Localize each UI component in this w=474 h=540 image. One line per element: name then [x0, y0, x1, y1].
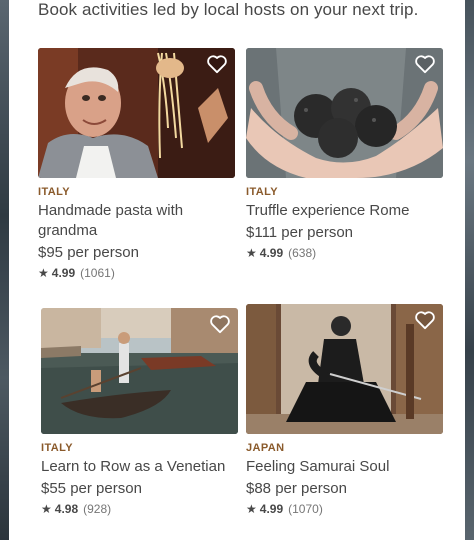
experience-title[interactable]: Learn to Row as a Venetian [41, 457, 238, 477]
country-label: ITALY [38, 186, 70, 198]
pasta-grandma-photo[interactable] [38, 48, 235, 178]
experience-price: $88 per person [246, 480, 347, 497]
star-icon: ★ [41, 502, 52, 516]
section-subtitle: Book activities led by local hosts on yo… [38, 0, 419, 19]
heart-icon[interactable] [414, 54, 436, 74]
experience-rating: ★ 4.99 (1070) [246, 502, 443, 516]
experience-title[interactable]: Handmade pasta with grandma [38, 201, 235, 241]
venice-gondola-photo[interactable] [41, 308, 238, 434]
experience-price: $111 per person [246, 224, 354, 241]
samurai-photo[interactable] [246, 304, 443, 434]
review-count: (638) [288, 246, 317, 260]
star-icon: ★ [38, 266, 49, 280]
experience-rating: ★ 4.99 (638) [246, 246, 443, 260]
country-label: JAPAN [246, 442, 285, 454]
rating-score: 4.99 [259, 246, 284, 260]
experiences-panel: Book activities led by local hosts on yo… [9, 0, 465, 540]
rating-score: 4.99 [51, 266, 76, 280]
star-icon: ★ [246, 246, 257, 260]
review-count: (1070) [288, 502, 323, 516]
experience-rating: ★ 4.98 (928) [41, 502, 238, 516]
heart-icon[interactable] [209, 314, 231, 334]
review-count: (1061) [80, 266, 115, 280]
star-icon: ★ [246, 502, 257, 516]
experience-title[interactable]: Feeling Samurai Soul [246, 457, 443, 477]
rating-score: 4.99 [259, 502, 284, 516]
review-count: (928) [83, 502, 112, 516]
experience-price: $95 per person [38, 244, 139, 261]
experience-rating: ★ 4.99 (1061) [38, 266, 235, 280]
experience-card-samurai[interactable]: JAPAN Feeling Samurai Soul $88 per perso… [246, 304, 443, 516]
heart-icon[interactable] [414, 310, 436, 330]
country-label: ITALY [41, 442, 73, 454]
experience-title[interactable]: Truffle experience Rome [246, 201, 443, 221]
experience-card-truffle[interactable]: ITALY Truffle experience Rome $111 per p… [246, 48, 443, 260]
experience-card-venice[interactable]: ITALY Learn to Row as a Venetian $55 per… [41, 308, 238, 516]
truffle-hands-photo[interactable] [246, 48, 443, 178]
country-label: ITALY [246, 186, 278, 198]
background-right-edge [465, 0, 474, 540]
heart-icon[interactable] [206, 54, 228, 74]
rating-score: 4.98 [54, 502, 79, 516]
background-left-edge [0, 0, 9, 540]
experience-price: $55 per person [41, 480, 142, 497]
experience-card-pasta[interactable]: ITALY Handmade pasta with grandma $95 pe… [38, 48, 235, 280]
